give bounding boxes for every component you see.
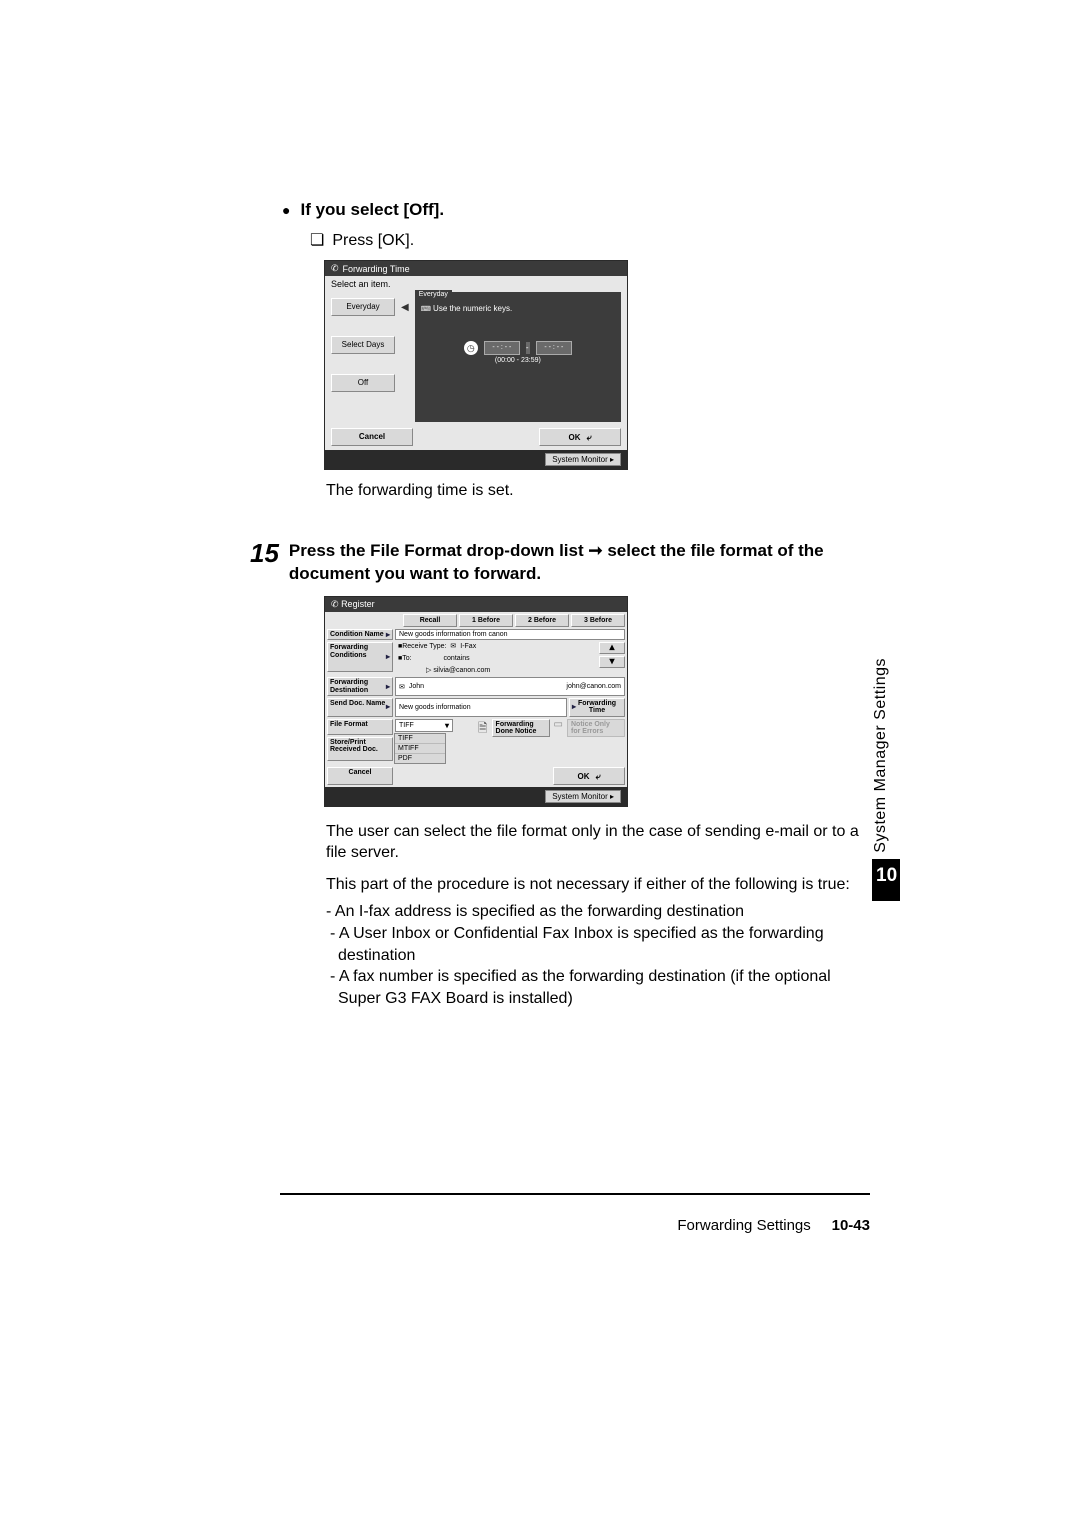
screenshot1-caption: The forwarding time is set. <box>326 482 870 500</box>
tab-2before[interactable]: 2 Before <box>515 614 569 627</box>
ok-button[interactable]: OK <box>539 428 621 446</box>
window-subhead: Select an item. <box>325 276 627 292</box>
subsection-heading: If you select [Off]. <box>282 200 870 220</box>
tab-select-days[interactable]: Select Days <box>331 336 395 354</box>
chevron-right-icon: ▸ <box>572 703 576 711</box>
store-print-label[interactable]: Store/Print Received Doc. <box>327 737 393 761</box>
explanation-bullets: An I-fax address is specified as the for… <box>326 901 870 1009</box>
file-format-dropdown[interactable]: TIFF ▾ <box>395 719 453 732</box>
forwarding-conditions-button[interactable]: Forwarding Conditions <box>327 642 393 672</box>
press-ok-line: Press [OK]. <box>310 230 870 250</box>
step-instruction: Press the File Format drop-down list ➞ s… <box>289 540 870 586</box>
file-format-selected: TIFF <box>399 722 414 729</box>
scroll-down-button[interactable]: ▾ <box>599 656 625 668</box>
forwarding-time-button[interactable]: Forwarding Time ▸ <box>569 698 625 717</box>
time-start-input[interactable]: - - : - - <box>484 341 520 355</box>
condition-name-value: New goods information from canon <box>395 629 625 640</box>
clock-icon: ◷ <box>464 341 478 355</box>
side-tab-label: System Manager Settings <box>872 658 890 853</box>
history-tabs: Recall 1 Before 2 Before 3 Before <box>325 612 627 627</box>
file-format-label: File Format <box>327 719 393 735</box>
ifax-icon: ✉ <box>450 643 456 650</box>
scroll-up-button[interactable]: ▴ <box>599 642 625 654</box>
time-end-input[interactable]: - - : - - <box>536 341 572 355</box>
file-format-option[interactable]: MTIFF <box>395 744 445 754</box>
forwarding-done-notice-button[interactable]: Forwarding Done Notice <box>492 719 550 738</box>
screenshot-forwarding-time: ✆ Forwarding Time Select an item. Everyd… <box>324 260 628 470</box>
step-15: 15 Press the File Format drop-down list … <box>250 540 870 586</box>
page: If you select [Off]. Press [OK]. ✆ Forwa… <box>0 0 1080 1528</box>
explanation-p2: This part of the procedure is not necess… <box>326 874 870 896</box>
left-pointer-icon: ◀ <box>401 302 409 313</box>
time-range-hint: (00:00 - 23:59) <box>421 357 615 364</box>
cond-row: ■To: contains <box>398 655 470 663</box>
tab-3before[interactable]: 3 Before <box>571 614 625 627</box>
page-footer: Forwarding Settings 10-43 <box>280 1193 870 1234</box>
time-separator: - <box>526 342 530 354</box>
cancel-button[interactable]: Cancel <box>331 428 413 446</box>
fax-icon: ✆ <box>331 263 339 274</box>
screenshot-register: ✆ Register Recall 1 Before 2 Before 3 Be… <box>324 596 628 807</box>
system-bar: System Monitor ▸ <box>325 787 627 806</box>
cond-row: ■Receive Type: ✉ I-Fax <box>398 643 476 651</box>
send-doc-name-button[interactable]: Send Doc. Name <box>327 698 393 717</box>
document-icon: 🗎 <box>478 719 488 740</box>
file-format-options: TIFF MTIFF PDF <box>394 733 446 764</box>
footer-page: 10-43 <box>832 1217 870 1234</box>
footer-section: Forwarding Settings <box>677 1217 810 1234</box>
tab-off[interactable]: Off <box>331 374 395 392</box>
window-titlebar: ✆ Forwarding Time <box>325 261 627 276</box>
chevron-down-icon: ▾ <box>445 721 449 730</box>
send-doc-name-value: New goods information <box>395 698 567 717</box>
chapter-number: 10 <box>872 859 900 901</box>
panel-tab-label: Everyday <box>415 290 452 299</box>
notice-only-errors-button[interactable]: Notice Only for Errors <box>567 719 625 738</box>
fax-icon: ✆ <box>331 599 339 609</box>
window-title: Forwarding Time <box>343 264 410 274</box>
mail-icon: ✉ <box>399 683 405 691</box>
cancel-button[interactable]: Cancel <box>327 767 393 785</box>
step-number: 15 <box>250 540 279 586</box>
chapter-side-tab: System Manager Settings 10 <box>872 658 900 901</box>
keypad-icon: ⌨ <box>421 306 431 313</box>
forwarding-destination-value: ✉ John john@canon.com <box>395 677 625 696</box>
forwarding-destination-button[interactable]: Forwarding Destination <box>327 677 393 696</box>
page-icon: ▭ <box>554 719 563 730</box>
file-format-option[interactable]: TIFF <box>395 734 445 744</box>
tab-recall[interactable]: Recall <box>403 614 457 627</box>
file-format-option[interactable]: PDF <box>395 754 445 763</box>
bullet-item: A User Inbox or Confidential Fax Inbox i… <box>326 923 870 966</box>
tab-1before[interactable]: 1 Before <box>459 614 513 627</box>
condition-name-button[interactable]: Condition Name <box>327 629 393 640</box>
time-settings-panel: Everyday ⌨ Use the numeric keys. ◷ - - :… <box>415 292 621 422</box>
tab-everyday[interactable]: Everyday <box>331 298 395 316</box>
explanation-p1: The user can select the file format only… <box>326 821 870 864</box>
numeric-hint: ⌨ Use the numeric keys. <box>421 304 615 313</box>
system-bar: System Monitor ▸ <box>325 450 627 469</box>
system-monitor-button[interactable]: System Monitor ▸ <box>545 453 621 466</box>
window-titlebar: ✆ Register <box>325 597 627 612</box>
left-tab-column: Everyday Select Days Off <box>331 292 395 422</box>
bullet-item: An I-fax address is specified as the for… <box>326 901 870 923</box>
system-monitor-button[interactable]: System Monitor ▸ <box>545 790 621 803</box>
ok-button[interactable]: OK <box>553 767 625 785</box>
window-title: Register <box>341 599 375 609</box>
bullet-item: A fax number is specified as the forward… <box>326 966 870 1009</box>
cond-email: ▷ silvia@canon.com <box>426 667 490 675</box>
